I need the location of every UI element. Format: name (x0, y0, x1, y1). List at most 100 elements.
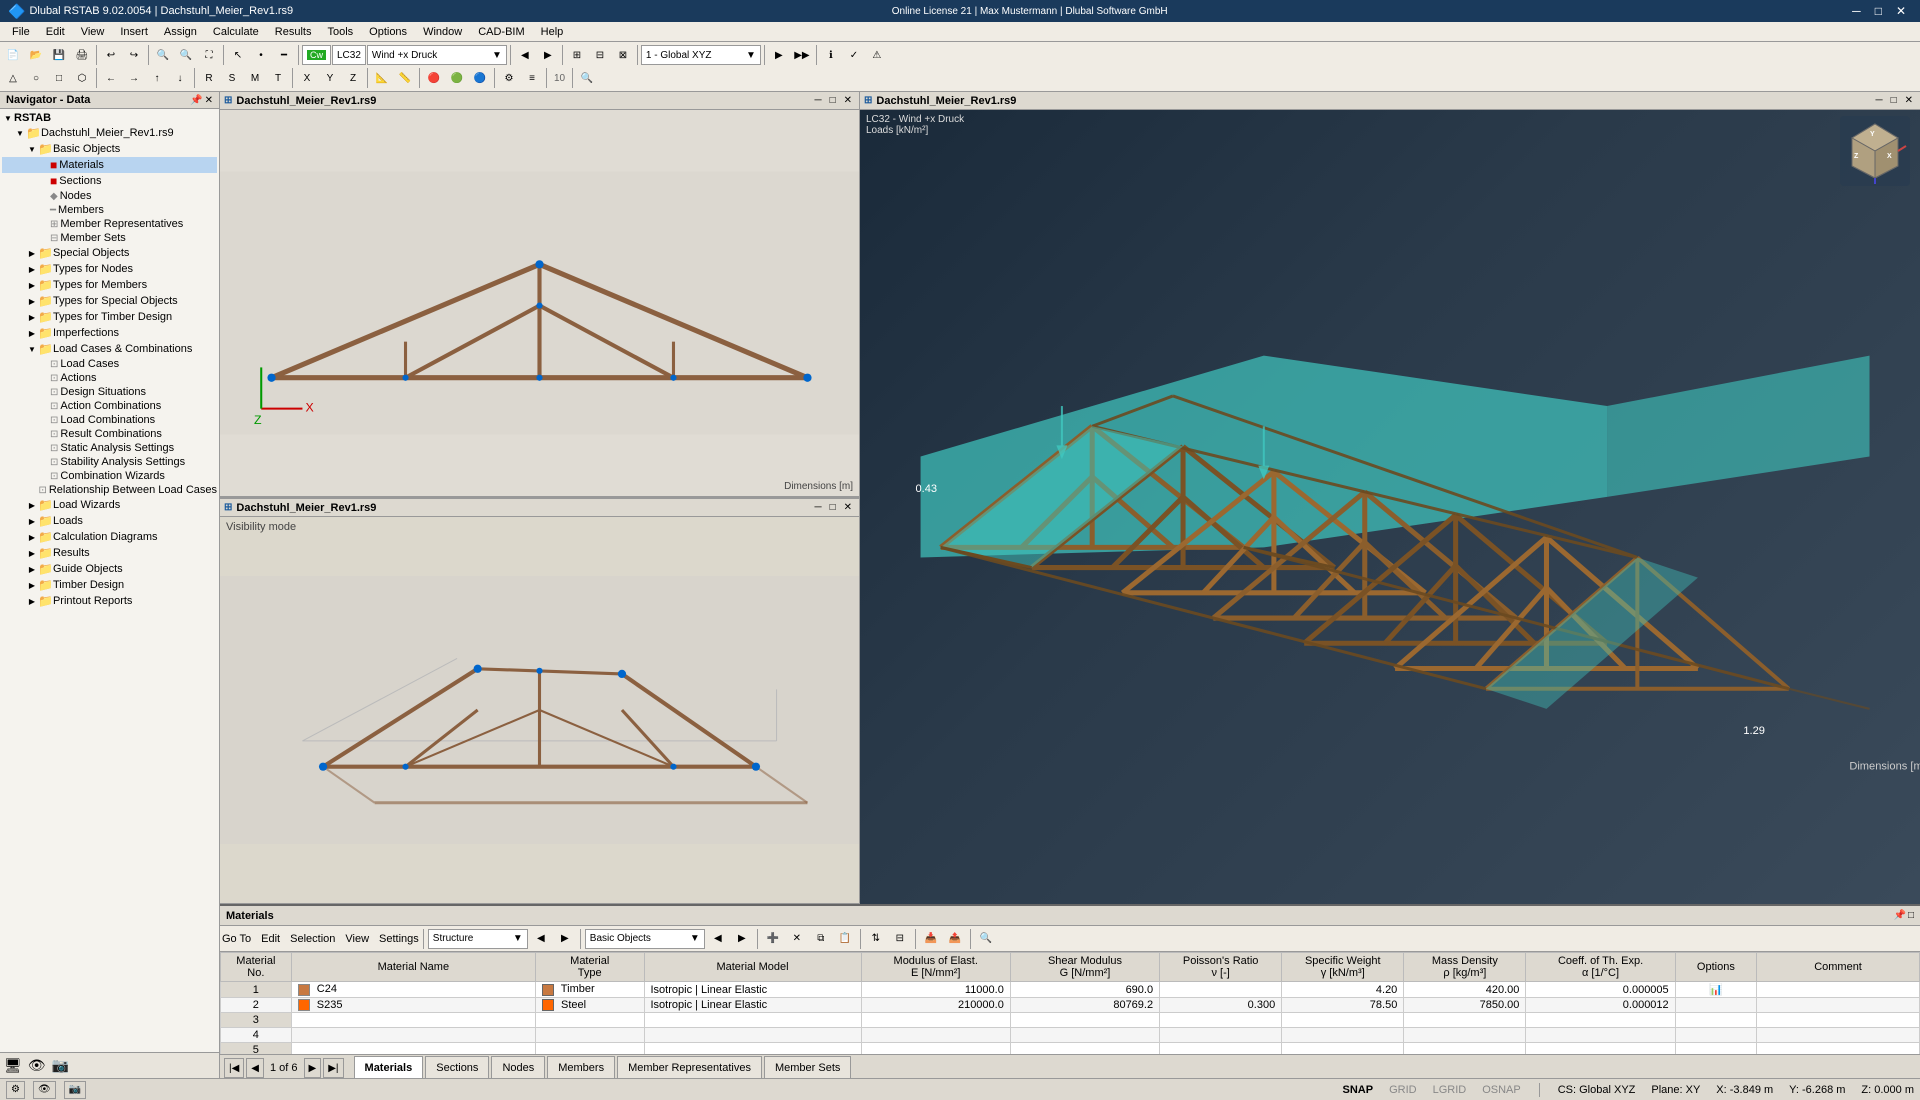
bottom-maximize-btn[interactable]: □ (1908, 910, 1914, 921)
tab-member-sets[interactable]: Member Sets (764, 1056, 851, 1078)
tab-sections[interactable]: Sections (425, 1056, 489, 1078)
tree-printout[interactable]: ▶ 📁 Printout Reports (2, 593, 217, 609)
struct-next-btn[interactable]: ▶ (554, 928, 576, 950)
tree-members[interactable]: ━ Members (2, 203, 217, 217)
table-row[interactable]: 2 S235 Steel Isotropic | Linear Elastic … (221, 998, 1920, 1013)
tree-load-cases[interactable]: ⊡ Load Cases (2, 357, 217, 371)
tree-arrow-printout[interactable]: ▶ (26, 597, 38, 606)
tb-table-copy[interactable]: ⧉ (810, 928, 832, 950)
tb2-14[interactable]: Y (319, 67, 341, 89)
tree-arrow-calcdiag[interactable]: ▶ (26, 533, 38, 542)
panel-top-left-max[interactable]: □ (827, 95, 839, 106)
tree-static-analysis[interactable]: ⊡ Static Analysis Settings (2, 441, 217, 455)
menu-file[interactable]: File (4, 22, 38, 42)
tree-arrow-typesnodes[interactable]: ▶ (26, 265, 38, 274)
table-row[interactable]: 4 (221, 1028, 1920, 1043)
tb2-5[interactable]: ← (100, 67, 122, 89)
tree-arrow-rstab[interactable]: ▼ (2, 114, 14, 123)
menu-view[interactable]: View (73, 22, 113, 42)
tb-calc-all[interactable]: ▶▶ (791, 44, 813, 66)
status-settings-btn[interactable]: ⚙ (6, 1081, 25, 1099)
tree-design-sit[interactable]: ⊡ Design Situations (2, 385, 217, 399)
nav-close-button[interactable]: ✕ (205, 95, 213, 106)
cw-dropdown[interactable]: Cw (302, 45, 331, 65)
menu-tools[interactable]: Tools (319, 22, 361, 42)
tb-undo[interactable]: ↩ (100, 44, 122, 66)
tb-save[interactable]: 💾 (48, 44, 70, 66)
menu-window[interactable]: Window (415, 22, 470, 42)
tab-members[interactable]: Members (547, 1056, 615, 1078)
tb2-12[interactable]: T (267, 67, 289, 89)
prev-page-btn[interactable]: ◀ (246, 1058, 264, 1078)
tb2-4[interactable]: ⬡ (71, 67, 93, 89)
tb-print[interactable]: 🖨 (71, 44, 93, 66)
tb-check[interactable]: ✓ (843, 44, 865, 66)
tb-table-export[interactable]: 📤 (944, 928, 966, 950)
tb-table-filter[interactable]: ⊟ (889, 928, 911, 950)
tb2-11[interactable]: M (244, 67, 266, 89)
tb-node[interactable]: • (250, 44, 272, 66)
tree-arrow-results[interactable]: ▶ (26, 549, 38, 558)
panel-top-left-min[interactable]: ─ (811, 95, 824, 106)
basic-next-btn[interactable]: ▶ (731, 928, 753, 950)
tb-table-paste[interactable]: 📋 (834, 928, 856, 950)
tb2-10[interactable]: S (221, 67, 243, 89)
tb2-15[interactable]: Z (342, 67, 364, 89)
tb-view1[interactable]: ⊞ (566, 44, 588, 66)
structure-dropdown[interactable]: Structure ▼ (428, 929, 528, 949)
tree-rstab[interactable]: ▼ RSTAB (2, 111, 217, 125)
tree-actions[interactable]: ⊡ Actions (2, 371, 217, 385)
nav-pin-button[interactable]: 📌 (190, 95, 202, 106)
tree-arrow-typestimber[interactable]: ▶ (26, 313, 38, 322)
lc-dropdown[interactable]: LC32 (332, 45, 366, 65)
tree-arrow-timber[interactable]: ▶ (26, 581, 38, 590)
right-panel-min[interactable]: ─ (1872, 95, 1885, 106)
tree-arrow-special[interactable]: ▶ (26, 249, 38, 258)
table-row[interactable]: 5 (221, 1043, 1920, 1054)
tb-table-delete[interactable]: ✕ (786, 928, 808, 950)
tree-arrow-imperf[interactable]: ▶ (26, 329, 38, 338)
menu-insert[interactable]: Insert (112, 22, 156, 42)
tb2-16[interactable]: 📐 (371, 67, 393, 89)
tb-new[interactable]: 📄 (2, 44, 24, 66)
tree-arrow-loadcases[interactable]: ▼ (26, 345, 38, 354)
tree-stability-analysis[interactable]: ⊡ Stability Analysis Settings (2, 455, 217, 469)
tree-arrow-project[interactable]: ▼ (14, 129, 26, 138)
menu-options[interactable]: Options (361, 22, 415, 42)
tb2-7[interactable]: ↑ (146, 67, 168, 89)
tree-calc-diagrams[interactable]: ▶ 📁 Calculation Diagrams (2, 529, 217, 545)
menu-results[interactable]: Results (267, 22, 320, 42)
tree-imperfections[interactable]: ▶ 📁 Imperfections (2, 325, 217, 341)
tree-types-members[interactable]: ▶ 📁 Types for Members (2, 277, 217, 293)
tree-comb-wizards[interactable]: ⊡ Combination Wizards (2, 469, 217, 483)
tb-info[interactable]: ℹ (820, 44, 842, 66)
tb2-6[interactable]: → (123, 67, 145, 89)
tree-load-wizards[interactable]: ▶ 📁 Load Wizards (2, 497, 217, 513)
tb2-13[interactable]: X (296, 67, 318, 89)
tb-zoom-out[interactable]: 🔍 (175, 44, 197, 66)
panel-top-left-close[interactable]: ✕ (841, 95, 855, 106)
tree-types-timber[interactable]: ▶ 📁 Types for Timber Design (2, 309, 217, 325)
tb-table-search[interactable]: 🔍 (975, 928, 997, 950)
tb2-3[interactable]: □ (48, 67, 70, 89)
table-row[interactable]: 3 (221, 1013, 1920, 1028)
tree-timber-design[interactable]: ▶ 📁 Timber Design (2, 577, 217, 593)
first-page-btn[interactable]: |◀ (224, 1058, 244, 1078)
basic-prev-btn[interactable]: ◀ (707, 928, 729, 950)
tree-member-sets[interactable]: ⊟ Member Sets (2, 231, 217, 245)
tree-relationship-lc[interactable]: ⊡ Relationship Between Load Cases (2, 483, 217, 497)
view-dropdown[interactable]: 1 - Global XYZ ▼ (641, 45, 761, 65)
tb2-20[interactable]: 🔵 (469, 67, 491, 89)
tree-guide-objects[interactable]: ▶ 📁 Guide Objects (2, 561, 217, 577)
tree-result-comb[interactable]: ⊡ Result Combinations (2, 427, 217, 441)
menu-edit[interactable]: Edit (38, 22, 73, 42)
tb2-17[interactable]: 📏 (394, 67, 416, 89)
tree-action-comb[interactable]: ⊡ Action Combinations (2, 399, 217, 413)
maximize-button[interactable]: □ (1869, 0, 1888, 22)
right-panel-close[interactable]: ✕ (1902, 95, 1916, 106)
tb2-9[interactable]: R (198, 67, 220, 89)
tb-calc[interactable]: ▶ (768, 44, 790, 66)
nav-display-btn[interactable]: 🖥 (4, 1057, 22, 1074)
tb-table-sort[interactable]: ⇅ (865, 928, 887, 950)
tb-prev-lc[interactable]: ◀ (514, 44, 536, 66)
